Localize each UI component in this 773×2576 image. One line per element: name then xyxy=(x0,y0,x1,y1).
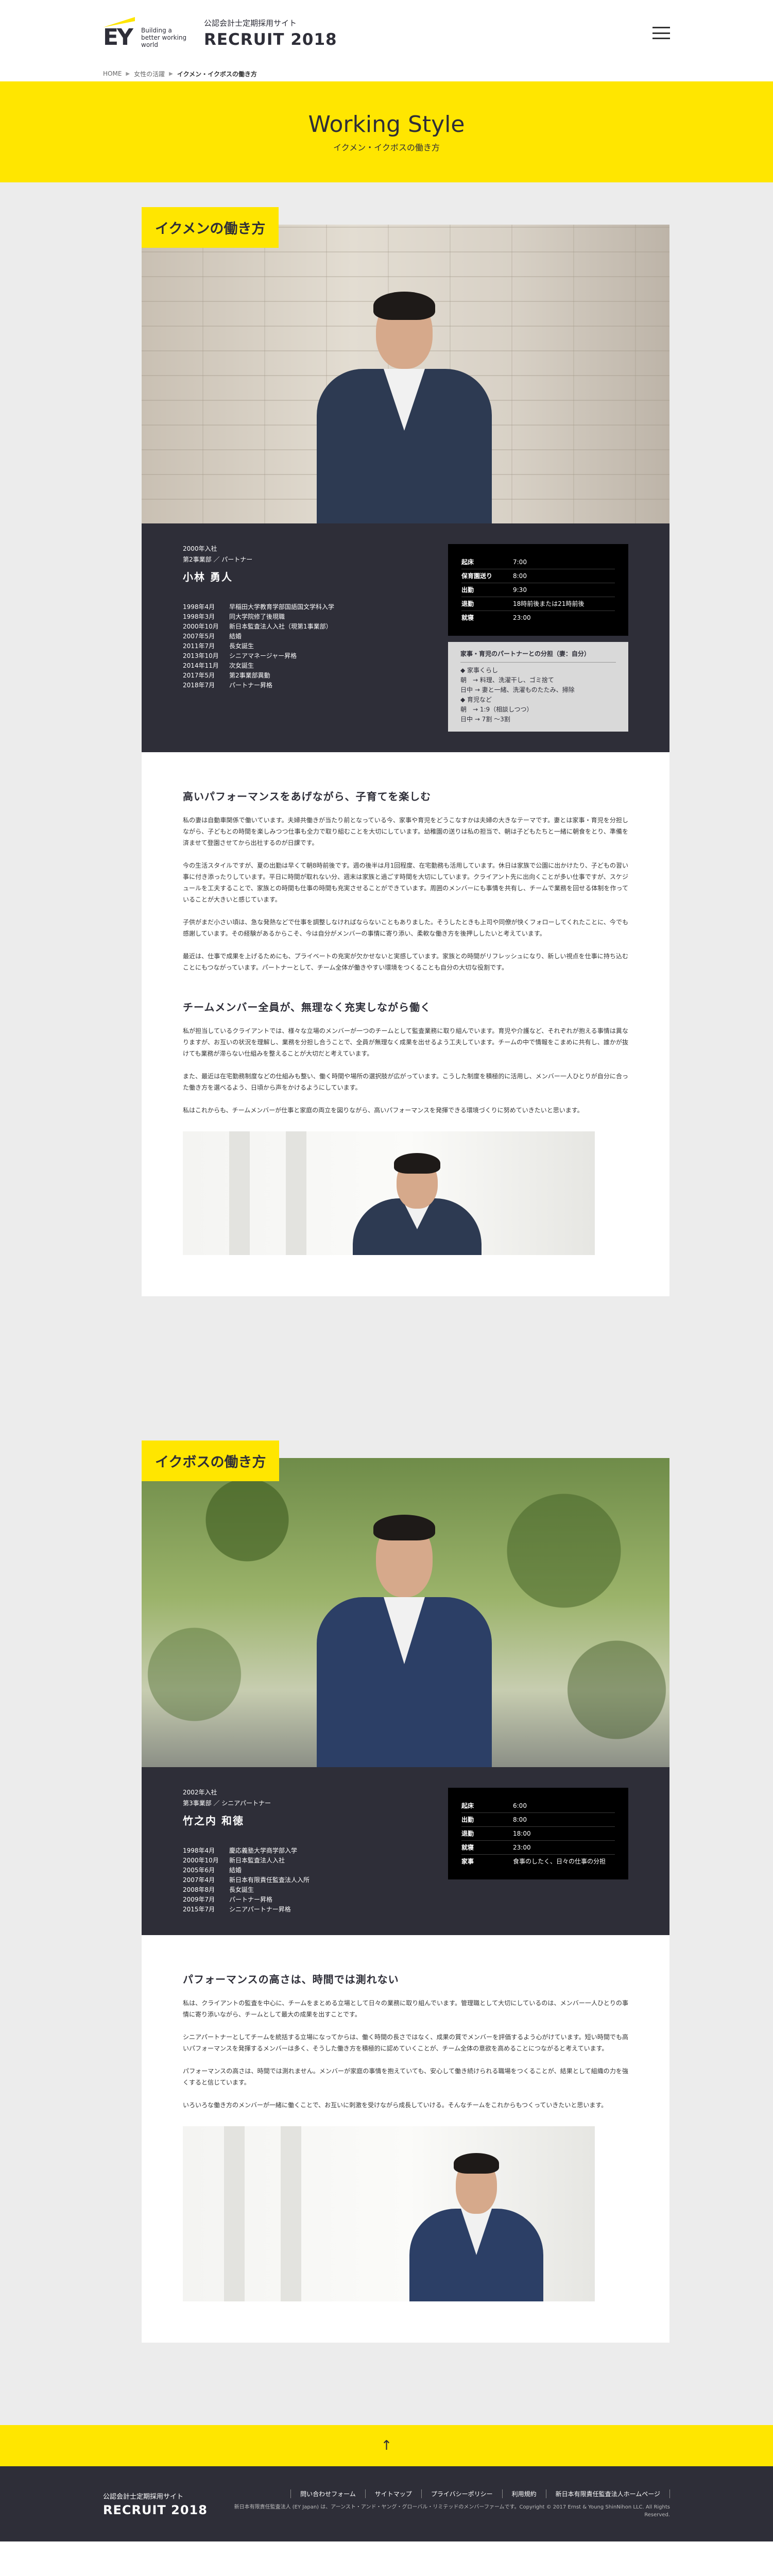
section-label-ikuboss: イクボスの働き方 xyxy=(142,1440,280,1481)
ikumen-article: 高いパフォーマンスをあげながら、子育てを楽しむ 私の妻は自動車関係で働いています… xyxy=(142,752,669,1296)
history-row: 2000年10月 新日本監査法人入社（現第1事業部） xyxy=(183,623,332,630)
history-row: 2017年5月 第2事業部異動 xyxy=(183,672,270,679)
history-row: 2008年8月 長女誕生 xyxy=(183,1886,254,1893)
history-row: 2018年7月 パートナー昇格 xyxy=(183,682,273,689)
article-paragraph: 私は、クライアントの監査を中心に、チームをまとめる立場として日々の業務に取り組ん… xyxy=(183,1999,628,2018)
site-title: 公認会計士定期採用サイト RECRUIT 2018 xyxy=(204,18,337,49)
history-row: 2011年7月 長女誕生 xyxy=(183,642,254,650)
article-paragraph: 今の生活スタイルですが、夏の出勤は早くて朝8時前後です。週の後半は月1回程度、在… xyxy=(183,862,628,903)
schedule-row: 保育園送り 8:00 xyxy=(461,569,615,583)
schedule-row: 退勤 18時前後または21時前後 xyxy=(461,597,615,611)
article-heading: パフォーマンスの高さは、時間では測れない xyxy=(183,1973,399,1986)
history-row: 2000年10月 新日本監査法人入社 xyxy=(183,1857,285,1864)
footer-link-privacy[interactable]: プライバシーポリシー xyxy=(421,2489,502,2498)
hero: Working Style イクメン・イクボスの働き方 xyxy=(0,81,773,182)
schedule-row: 就寝 23:00 xyxy=(461,614,531,621)
chore-split-title: 家事・育児のパートナーとの分担（妻：自分） xyxy=(460,649,616,663)
profile-name: 竹之内 和徳 xyxy=(183,1815,244,1827)
history-row: 2005年6月 結婚 xyxy=(183,1867,242,1874)
article-paragraph: パフォーマンスの高さは、時間では測れません。メンバーが家庭の事情を抱えていても、… xyxy=(183,2067,628,2086)
ikumen-office-photo xyxy=(183,1131,595,1255)
profile-department: 第2事業部 ／ パートナー xyxy=(183,556,253,563)
hamburger-menu-icon[interactable] xyxy=(652,27,670,39)
profile-name: 小林 勇人 xyxy=(183,571,233,583)
article-paragraph: いろいろな働き方のメンバーが一緒に働くことで、お互いに刺激を受けながら成長してい… xyxy=(183,2102,608,2109)
history-row: 1998年3月 同大学院修了後現職 xyxy=(183,613,285,620)
profile-history: 1998年4月 慶応義塾大学商学部入学 2000年10月 新日本監査法人入社 200… xyxy=(183,1846,404,1914)
footer-logo[interactable]: 公認会計士定期採用サイト RECRUIT 2018 xyxy=(103,2491,208,2517)
profile-history: 1998年4月 早稲田大学教育学部国語国文学科入学 1998年3月 同大学院修了後現… xyxy=(183,602,404,690)
page-subtitle: イクメン・イクボスの働き方 xyxy=(333,142,440,152)
history-row: 2015年7月 シニアパートナー昇格 xyxy=(183,1906,291,1913)
schedule-row: 起床 7:00 xyxy=(461,555,615,569)
ikumen-profile: 2000年入社 第2事業部 ／ パートナー 小林 勇人 1998年4月 早稲田大学… xyxy=(142,523,669,752)
chore-line: 日中 → 妻と一緒、洗濯ものたたみ、掃除 xyxy=(460,686,575,693)
chore-line: ◆ 家事くらし xyxy=(460,667,499,674)
footer-link-contact[interactable]: 問い合わせフォーム xyxy=(290,2489,365,2498)
schedule-row: 就寝 23:00 xyxy=(461,1841,615,1855)
history-row: 1998年4月 慶応義塾大学商学部入学 xyxy=(183,1847,298,1854)
article-paragraph: 最近は、仕事で成果を上げるためにも、プライベートの充実が欠かせないと実感していま… xyxy=(183,953,628,971)
chore-line: ◆ 育児など xyxy=(460,696,492,703)
breadcrumb: HOME ▶ 女性の活躍 ▶ イクメン・イクボスの働き方 xyxy=(0,66,773,81)
section-label-ikumen: イクメンの働き方 xyxy=(142,207,279,248)
copyright: 新日本有限責任監査法人 (EY Japan) は、アーンスト・アンド・ヤング・グ… xyxy=(234,2504,670,2518)
footer-nav: 問い合わせフォーム サイトマップ プライバシーポリシー 利用規約 新日本有限責任… xyxy=(290,2489,670,2498)
article-heading: 高いパフォーマンスをあげながら、子育てを楽しむ xyxy=(183,790,432,803)
history-row: 2009年7月 パートナー昇格 xyxy=(183,1896,273,1903)
ikumen-portrait-photo xyxy=(142,225,669,523)
footer-link-terms[interactable]: 利用規約 xyxy=(502,2489,546,2498)
site-footer: 公認会計士定期採用サイト RECRUIT 2018 問い合わせフォーム サイトマ… xyxy=(0,2466,773,2541)
article-paragraph: 子供がまだ小さい頃は、急な発熱などで仕事を調整しなければならないこともありました… xyxy=(183,919,628,937)
ey-logo-icon: EY xyxy=(103,17,135,49)
profile-department: 第3事業部 ／ シニアパートナー xyxy=(183,1800,271,1807)
profile-join-year: 2002年入社 xyxy=(183,1789,217,1796)
schedule-row: 家事 食事のしたく、日々の仕事の分担 xyxy=(461,1858,606,1865)
ikuboss-article: パフォーマンスの高さは、時間では測れない 私は、クライアントの監査を中心に、チー… xyxy=(142,1935,669,2343)
footer-link-sitemap[interactable]: サイトマップ xyxy=(365,2489,421,2498)
daily-schedule: 起床 6:00 出勤 8:00 退勤 18:00 就寝 23:00 家事 食事のしたく、日… xyxy=(448,1788,628,1914)
chevron-right-icon: ▶ xyxy=(126,71,130,77)
history-row: 2014年11月 次女誕生 xyxy=(183,662,254,669)
article-paragraph: 私が担当しているクライアントでは、様々な立場のメンバーが一つのチームとして監査業… xyxy=(183,1027,628,1057)
daily-schedule: 起床 7:00 保育園送り 8:00 出勤 9:30 退勤 18時前後または21時前後 … xyxy=(448,544,628,732)
schedule-row: 出勤 9:30 xyxy=(461,583,615,597)
profile-join-year: 2000年入社 xyxy=(183,545,217,552)
article-heading: チームメンバー全員が、無理なく充実しながら働く xyxy=(183,1001,431,1013)
article-paragraph: 私はこれからも、チームメンバーが仕事と家庭の両立を図りながら、高いパフォーマンス… xyxy=(183,1107,583,1114)
site-header: EY Building a better working world 公認会計士… xyxy=(0,0,773,66)
history-row: 2007年5月 結婚 xyxy=(183,633,242,640)
chore-line: 日中 → 7割 ～3割 xyxy=(460,716,510,723)
footer-site-subtitle: 公認会計士定期採用サイト xyxy=(103,2493,184,2501)
history-row: 2013年10月 シニアマネージャー昇格 xyxy=(183,652,297,659)
chore-line: 朝 → 料理、洗濯干し、ゴミ捨て xyxy=(460,676,554,684)
footer-site-title: RECRUIT 2018 xyxy=(103,2502,208,2517)
article-paragraph: シニアパートナーとしてチームを統括する立場になってからは、働く時間の長さではなく… xyxy=(183,2033,628,2052)
site-title-text: RECRUIT 2018 xyxy=(204,30,337,49)
breadcrumb-home[interactable]: HOME xyxy=(103,70,122,77)
chevron-right-icon: ▶ xyxy=(169,71,173,77)
chore-line: 朝 → 1:9（相談しつつ） xyxy=(460,706,533,713)
ikuboss-profile: 2002年入社 第3事業部 ／ シニアパートナー 竹之内 和徳 1998年4月慶… xyxy=(142,1767,669,1935)
site-subtitle: 公認会計士定期採用サイト xyxy=(204,18,297,28)
article-paragraph: 私の妻は自動車関係で働いています。夫婦共働きが当たり前となっている今、家事や育児… xyxy=(183,817,628,846)
ikuboss-office-photo xyxy=(183,2126,595,2301)
breadcrumb-current: イクメン・イクボスの働き方 xyxy=(177,70,257,78)
history-row: 1998年4月 早稲田大学教育学部国語国文学科入学 xyxy=(183,603,335,611)
article-paragraph: また、最近は在宅勤務制度などの仕組みも整い、働く時間や場所の選択肢が広がっていま… xyxy=(183,1073,628,1091)
chore-split-box: 家事・育児のパートナーとの分担（妻：自分） ◆ 家事くらし 朝 → 料理、洗濯干… xyxy=(448,642,628,732)
history-row: 2007年4月 新日本有限責任監査法人入所 xyxy=(183,1876,310,1884)
main-content: イクメンの働き方 2000年入社 第2事業部 ／ パートナー 小林 勇人 199… xyxy=(0,182,773,2425)
breadcrumb-parent[interactable]: 女性の活躍 xyxy=(134,70,165,78)
ey-tagline: Building a better working world xyxy=(141,27,187,48)
ikuboss-portrait-photo xyxy=(142,1458,669,1767)
schedule-row: 起床 6:00 xyxy=(461,1799,615,1813)
site-logo[interactable]: EY Building a better working world 公認会計士… xyxy=(103,17,337,49)
page-title: Working Style xyxy=(308,111,465,138)
schedule-row: 出勤 8:00 xyxy=(461,1813,615,1827)
schedule-row: 退勤 18:00 xyxy=(461,1827,615,1841)
footer-link-corporate[interactable]: 新日本有限責任監査法人ホームページ xyxy=(545,2489,670,2498)
back-to-top-button[interactable]: ↑ xyxy=(0,2425,773,2466)
